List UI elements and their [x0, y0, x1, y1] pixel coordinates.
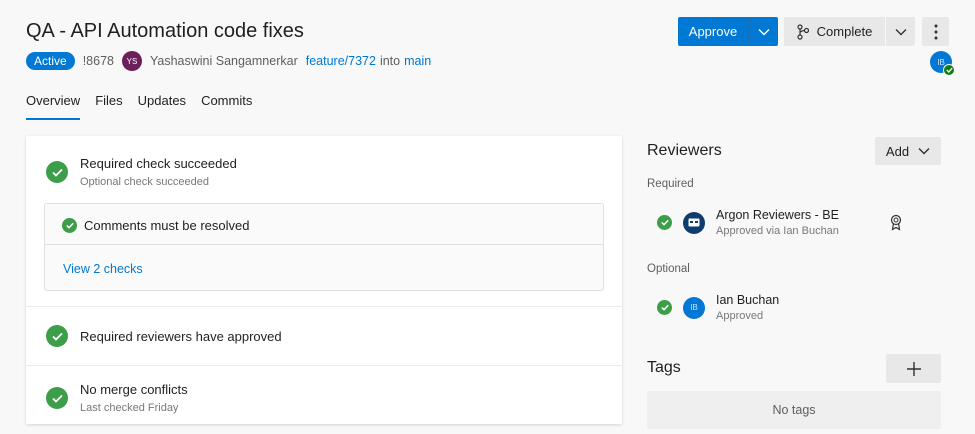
author-name[interactable]: Yashaswini Sangamnerkar — [150, 54, 298, 68]
complete-label: Complete — [816, 24, 873, 39]
pr-meta: Active !8678 YS Yashaswini Sangamnerkar … — [26, 51, 431, 71]
into-text: into — [379, 54, 401, 68]
check-success-icon — [46, 161, 68, 183]
reviewer-name: Ian Buchan — [716, 293, 780, 307]
page-title: QA - API Automation code fixes — [26, 20, 304, 42]
chevron-down-icon — [918, 148, 930, 155]
complete-button[interactable]: Complete — [784, 17, 886, 46]
more-actions-button[interactable] — [922, 17, 949, 46]
reviewers-title: Reviewers — [647, 142, 722, 159]
tab-files[interactable]: Files — [95, 93, 122, 120]
checks-detail-box: Comments must be resolved View 2 checks — [44, 203, 604, 291]
divider — [45, 244, 603, 245]
tab-overview[interactable]: Overview — [26, 93, 81, 120]
view-checks-link[interactable]: View 2 checks — [63, 262, 143, 276]
approved-check-icon — [943, 64, 955, 76]
approve-button-group: Approve — [678, 17, 778, 46]
merge-check-subtitle: Last checked Friday — [80, 402, 179, 414]
reviewer-argon[interactable]: Argon Reviewers - BE Approved via Ian Bu… — [657, 208, 839, 237]
reviewer-status: Approved — [716, 310, 764, 322]
more-vertical-icon — [934, 24, 937, 39]
group-icon — [683, 211, 705, 234]
merge-check-title: No merge conflicts — [80, 382, 188, 397]
approve-button[interactable]: Approve — [678, 17, 749, 46]
chevron-down-icon — [895, 28, 906, 35]
add-reviewer-button[interactable]: Add — [875, 137, 941, 165]
tags-title: Tags — [647, 359, 681, 376]
complete-button-group: Complete — [784, 17, 915, 46]
merge-check-row: No merge conflicts Last checked Friday — [46, 382, 188, 414]
check-success-icon — [657, 300, 672, 315]
check-success-icon — [62, 218, 77, 233]
divider — [26, 365, 622, 366]
required-check-row: Required check succeeded Optional check … — [46, 156, 237, 188]
target-branch-link[interactable]: main — [404, 54, 431, 68]
required-label: Required — [647, 178, 694, 190]
reviewer-status: Approved via Ian Buchan — [716, 225, 839, 237]
comments-check-row: Comments must be resolved — [62, 218, 249, 233]
divider — [26, 306, 622, 307]
check-success-icon — [46, 325, 68, 347]
plus-icon — [906, 361, 921, 376]
reviewer-ian-buchan[interactable]: IB Ian Buchan Approved — [657, 293, 779, 322]
chevron-down-icon — [758, 28, 769, 35]
required-check-subtitle: Optional check succeeded — [80, 176, 210, 188]
required-ribbon-icon — [890, 214, 902, 231]
check-success-icon — [46, 387, 68, 409]
author-avatar[interactable]: YS — [121, 51, 142, 71]
reviewers-check-row: Required reviewers have approved — [46, 325, 282, 347]
tab-updates[interactable]: Updates — [138, 93, 186, 120]
current-user-avatar[interactable]: IB — [930, 51, 955, 76]
add-tag-button[interactable] — [886, 354, 941, 383]
optional-label: Optional — [647, 263, 690, 275]
reviewer-avatar: IB — [683, 296, 705, 319]
merge-icon — [797, 23, 809, 40]
approve-options-button[interactable] — [749, 17, 778, 46]
pr-id: !8678 — [82, 54, 114, 68]
check-success-icon — [657, 215, 672, 230]
status-checks-card: Required check succeeded Optional check … — [26, 136, 622, 424]
comments-check-label: Comments must be resolved — [84, 218, 250, 233]
reviewers-check-title: Required reviewers have approved — [80, 328, 282, 344]
complete-options-button[interactable] — [886, 17, 915, 46]
no-tags-placeholder: No tags — [647, 391, 941, 429]
add-label: Add — [885, 143, 910, 159]
source-branch-link[interactable]: feature/7372 — [306, 54, 376, 68]
pr-tabs: Overview Files Updates Commits — [26, 93, 267, 120]
status-badge: Active — [26, 52, 75, 70]
reviewer-name: Argon Reviewers - BE — [716, 208, 839, 222]
required-check-title: Required check succeeded — [80, 156, 237, 171]
tab-commits[interactable]: Commits — [201, 93, 252, 120]
